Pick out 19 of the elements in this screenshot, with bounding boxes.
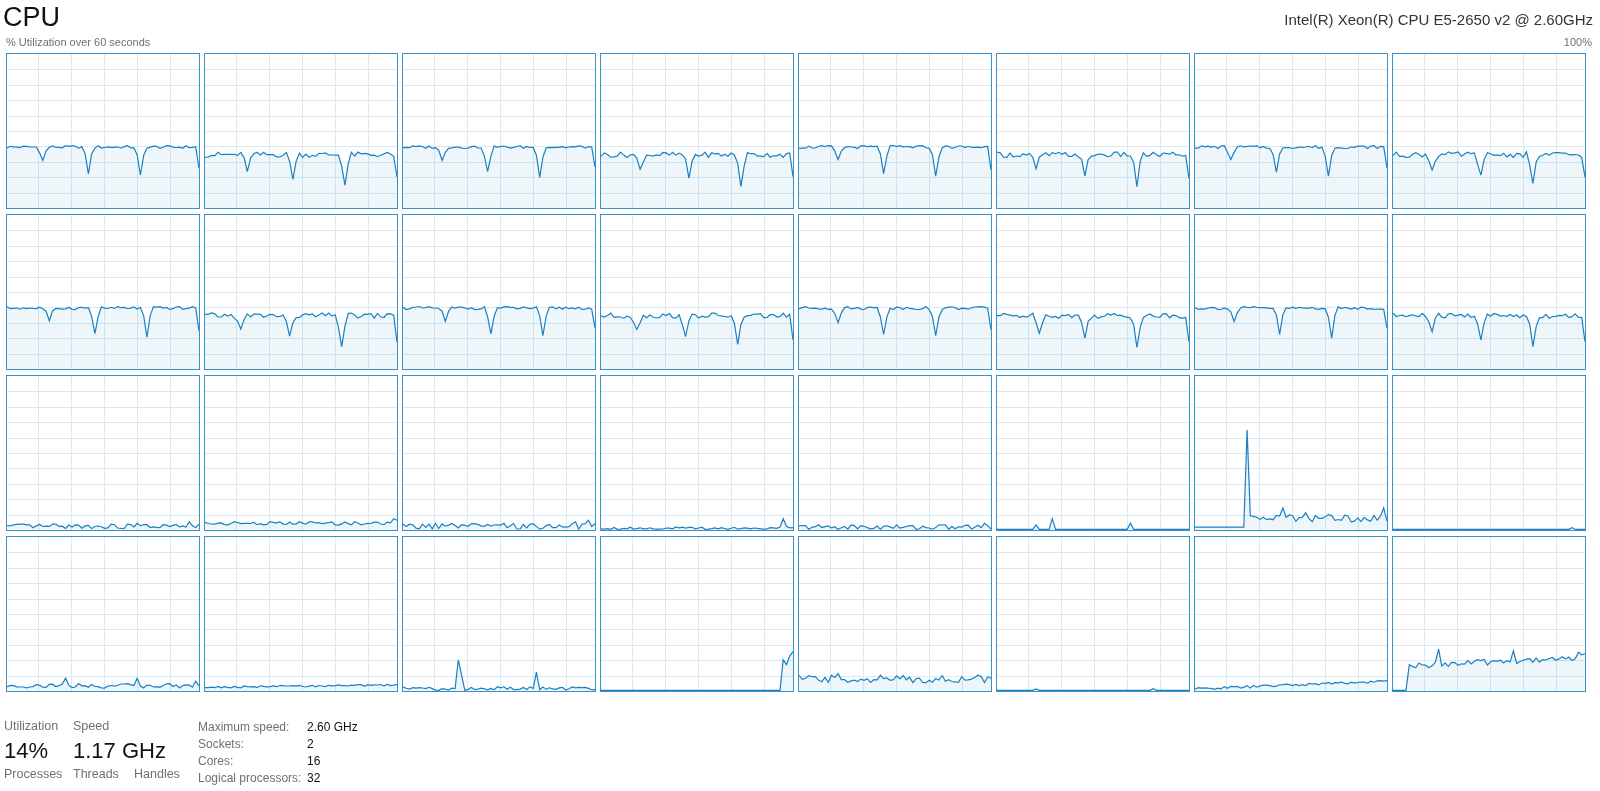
stat-label: Utilization [4,719,59,734]
detail-value: 2 [307,736,314,753]
graph-max-label: 100% [1563,36,1592,48]
graph-caption: % Utilization over 60 seconds [6,36,151,48]
detail-value: 32 [307,770,321,787]
processor-name: Intel(R) Xeon(R) CPU E5-2650 v2 @ 2.60GHz [1284,10,1593,29]
stat-value: 1.17 GHz [73,737,166,765]
detail-label: Cores: [198,753,234,770]
page-title: CPU [3,1,60,33]
detail-value: 16 [307,753,321,770]
counter-label: Threads [73,767,119,782]
detail-value: 2.60 GHz [307,719,358,736]
counter-label: Processes [4,767,63,782]
detail-label: Sockets: [198,736,245,753]
stat-value: 14% [4,737,49,765]
stat-label: Speed [73,719,110,734]
detail-label: Maximum speed: [198,719,290,736]
counter-label: Handles [134,767,180,782]
detail-label: Logical processors: [198,770,302,787]
